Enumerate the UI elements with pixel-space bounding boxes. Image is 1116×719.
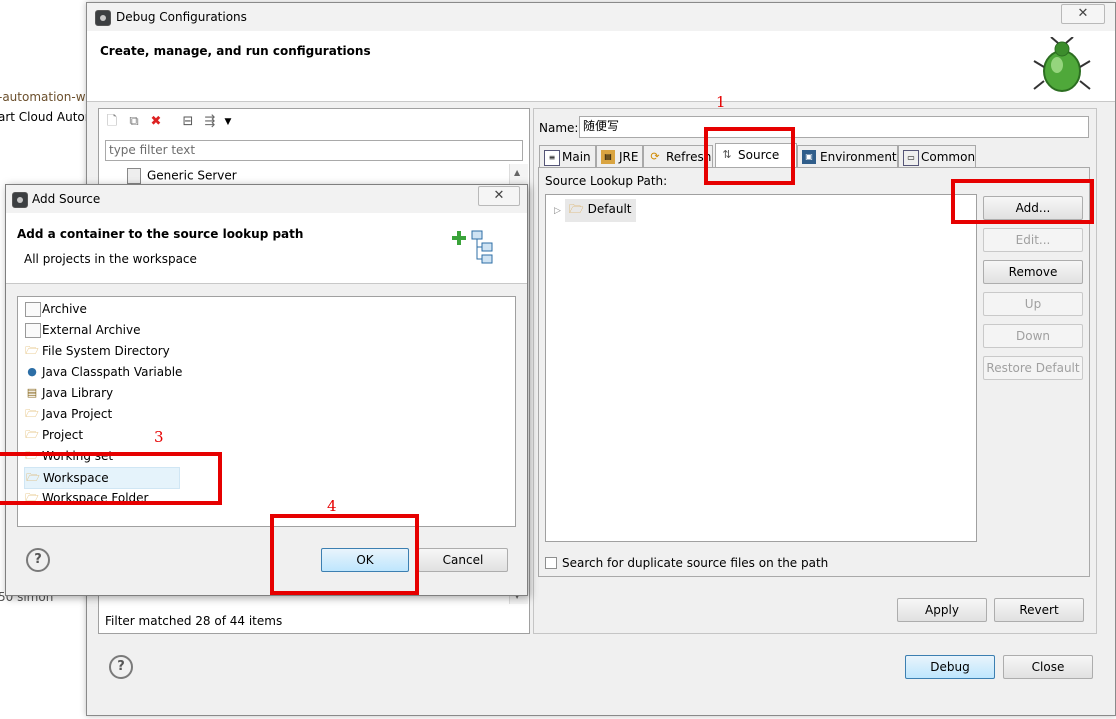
- new-config-icon[interactable]: 🗋: [104, 114, 120, 130]
- collapse-all-icon[interactable]: ⊟: [180, 114, 196, 130]
- list-item[interactable]: 🗁 Java Project: [24, 404, 112, 424]
- filter-status: Filter matched 28 of 44 items: [105, 614, 283, 628]
- list-item[interactable]: ▤ Java Library: [24, 383, 113, 403]
- tab-environment[interactable]: ▣ Environment: [797, 145, 898, 167]
- title-bar: Add Source ✕: [6, 185, 527, 213]
- duplicates-checkbox-label: Search for duplicate source files on the…: [562, 556, 829, 570]
- list-item[interactable]: 🗁 Project: [24, 425, 83, 445]
- filter-input[interactable]: type filter text: [105, 140, 523, 161]
- scroll-up-icon: ▲: [514, 168, 521, 177]
- list-item[interactable]: External Archive: [24, 320, 141, 340]
- help-icon[interactable]: ?: [26, 548, 50, 572]
- tab-common[interactable]: ▭ Common: [898, 145, 976, 167]
- header-subtitle: All projects in the workspace: [24, 252, 197, 266]
- project-icon: 🗁: [25, 428, 39, 441]
- name-field[interactable]: 随便写: [579, 116, 1089, 138]
- dialog-header: Add a container to the source lookup pat…: [6, 213, 527, 284]
- tab-jre[interactable]: ▤ JRE: [596, 145, 643, 167]
- duplicates-checkbox[interactable]: [545, 557, 557, 569]
- refresh-icon: ⟳: [650, 150, 660, 163]
- java-project-icon: 🗁: [25, 407, 39, 420]
- dialog-title: Debug Configurations: [116, 10, 247, 24]
- environment-icon: ▣: [802, 150, 816, 164]
- folder-icon: 🗁: [568, 202, 584, 216]
- up-button[interactable]: Up: [983, 292, 1083, 316]
- tree-item-default[interactable]: ▷ 🗁 Default: [554, 199, 636, 222]
- chevron-down-icon[interactable]: ▼: [220, 114, 236, 130]
- tab-refresh[interactable]: ⟳ Refresh: [643, 145, 713, 167]
- edit-button[interactable]: Edit...: [983, 228, 1083, 252]
- cancel-button[interactable]: Cancel: [418, 548, 508, 572]
- common-icon: ▭: [903, 150, 919, 166]
- background-text: -automation-w: [0, 90, 86, 104]
- add-source-dialog: Add Source ✕ Add a container to the sour…: [5, 184, 528, 596]
- close-button[interactable]: Close: [1003, 655, 1093, 679]
- annotation-number-1: 1: [716, 93, 726, 111]
- revert-button[interactable]: Revert: [994, 598, 1084, 622]
- tree-item[interactable]: Generic Server: [127, 168, 237, 184]
- jre-icon: ▤: [601, 150, 615, 164]
- folder-icon: 🗁: [25, 344, 39, 357]
- remove-button[interactable]: Remove: [983, 260, 1083, 284]
- expand-icon: ▷: [554, 206, 561, 216]
- background-text: art Cloud Autor: [0, 110, 90, 124]
- annotation-box-3: [0, 452, 222, 505]
- name-label: Name:: [539, 121, 579, 135]
- help-icon[interactable]: ?: [109, 655, 133, 679]
- server-icon: [127, 168, 141, 184]
- external-archive-icon: [25, 323, 41, 338]
- main-tab-icon: ≡: [544, 150, 560, 166]
- classpath-variable-icon: ●: [27, 365, 37, 378]
- debug-button[interactable]: Debug: [905, 655, 995, 679]
- list-item[interactable]: ● Java Classpath Variable: [24, 362, 182, 382]
- down-button[interactable]: Down: [983, 324, 1083, 348]
- header-title: Add a container to the source lookup pat…: [17, 227, 304, 241]
- eclipse-icon: [12, 192, 28, 208]
- title-bar: Debug Configurations ✕: [87, 3, 1115, 31]
- annotation-box-2: [951, 179, 1094, 224]
- add-container-icon: [452, 230, 493, 264]
- eclipse-icon: [95, 10, 111, 26]
- list-item[interactable]: Archive: [24, 299, 87, 319]
- banner: Create, manage, and run configurations: [87, 31, 1115, 102]
- close-icon[interactable]: ✕: [1061, 4, 1105, 24]
- duplicate-icon[interactable]: ⧉: [126, 114, 142, 130]
- banner-title: Create, manage, and run configurations: [100, 44, 371, 58]
- library-icon: ▤: [26, 386, 38, 399]
- delete-icon[interactable]: ✖: [148, 114, 164, 130]
- apply-button[interactable]: Apply: [897, 598, 987, 622]
- bug-icon: [1033, 37, 1091, 92]
- list-item[interactable]: 🗁 File System Directory: [24, 341, 170, 361]
- annotation-box-1: [704, 127, 795, 185]
- annotation-number-3: 3: [154, 428, 164, 446]
- dialog-title: Add Source: [32, 192, 101, 206]
- restore-default-button[interactable]: Restore Default: [983, 356, 1083, 380]
- filter-icon[interactable]: ⇶: [202, 114, 218, 130]
- annotation-box-4: [270, 514, 419, 595]
- source-lookup-tree[interactable]: ▷ 🗁 Default: [545, 194, 977, 542]
- archive-icon: [25, 302, 41, 317]
- source-lookup-label: Source Lookup Path:: [545, 174, 668, 188]
- close-icon[interactable]: ✕: [478, 186, 520, 206]
- source-tab-content: Source Lookup Path: ▷ 🗁 Default Add... Ed…: [538, 167, 1090, 577]
- annotation-number-4: 4: [327, 497, 337, 515]
- tab-main[interactable]: ≡ Main: [539, 145, 596, 167]
